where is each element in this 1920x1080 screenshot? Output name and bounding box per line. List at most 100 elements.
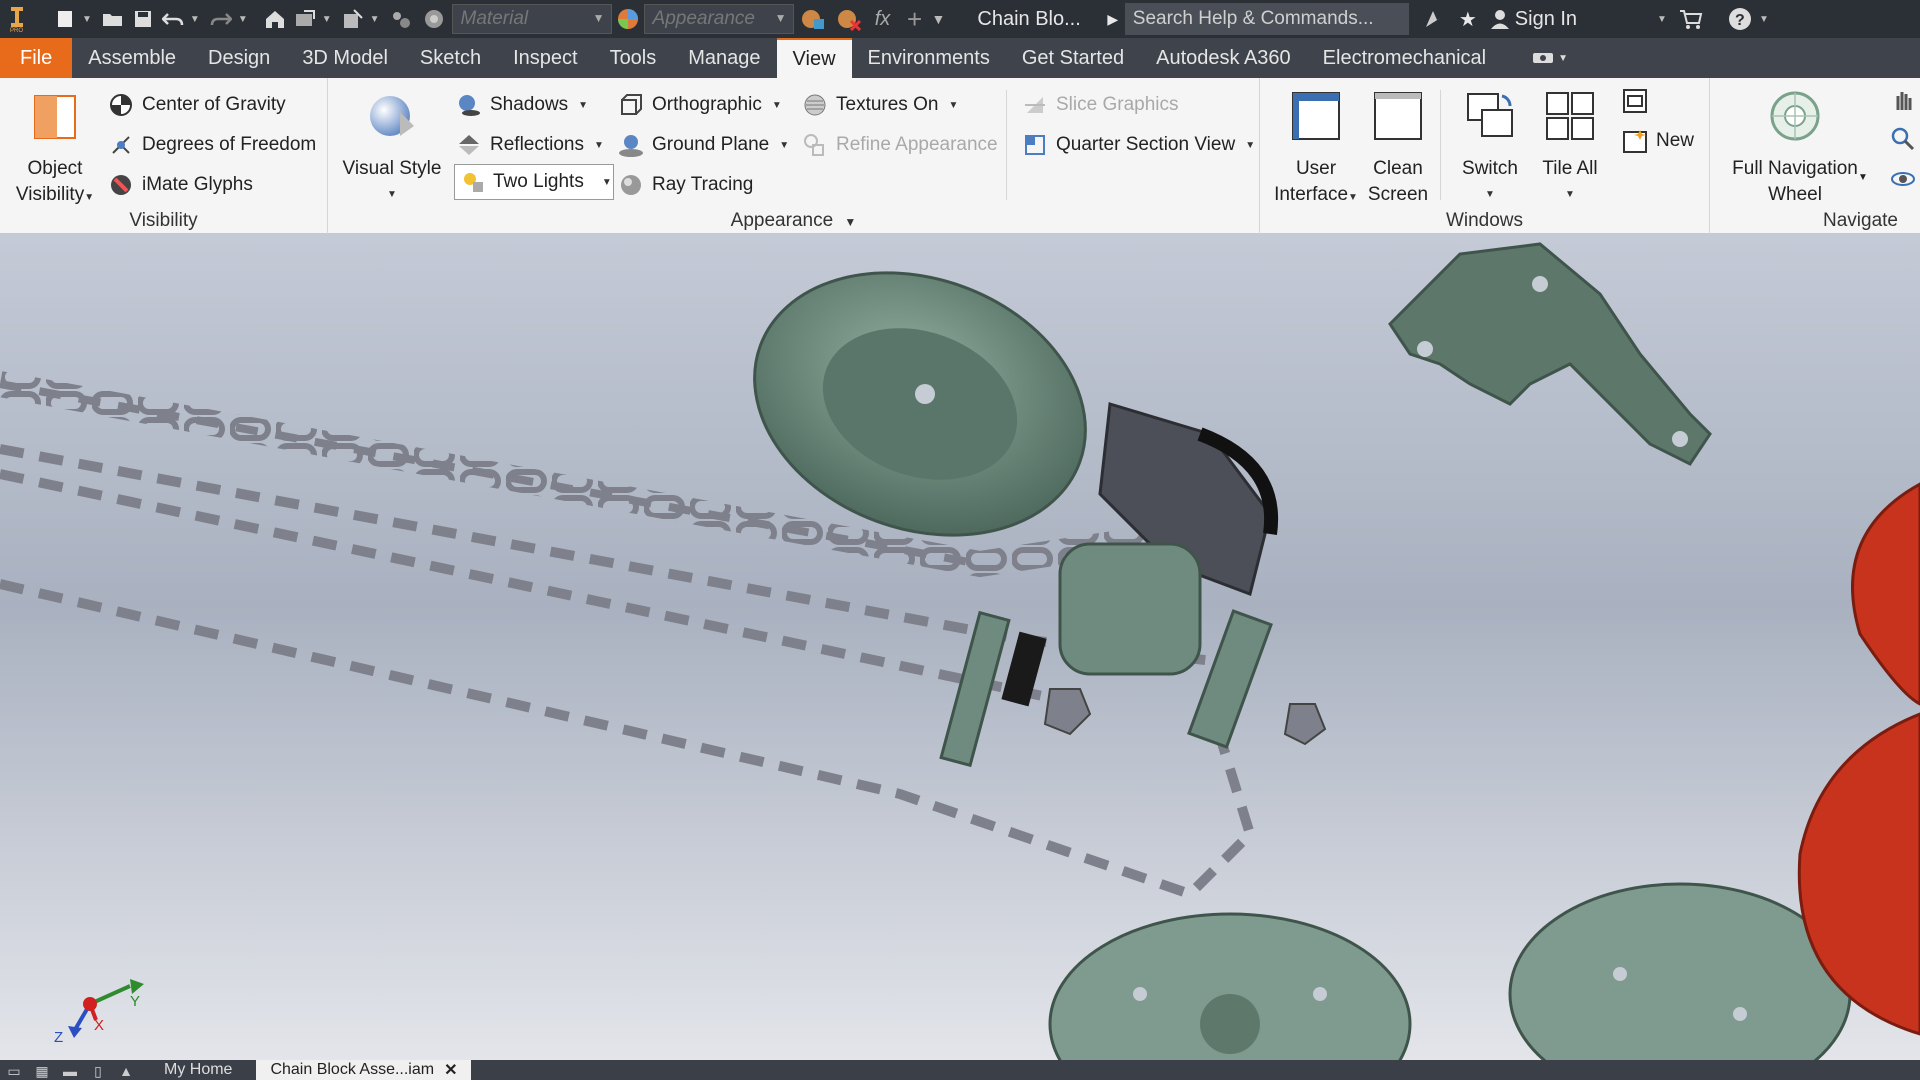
orbit-icon bbox=[1890, 166, 1916, 192]
horizontal-split-icon[interactable]: ▬ bbox=[56, 1062, 84, 1080]
tab-design[interactable]: Design bbox=[192, 38, 286, 78]
single-view-icon[interactable]: ▭ bbox=[0, 1062, 28, 1080]
undo-dropdown-icon[interactable]: ▼ bbox=[190, 14, 200, 25]
clean-screen-button[interactable]: Clean Screen bbox=[1360, 90, 1436, 208]
zoom-button[interactable] bbox=[1890, 126, 1920, 152]
tile-all-button[interactable]: Tile All ▼ bbox=[1532, 90, 1608, 208]
undo-icon[interactable] bbox=[158, 0, 188, 38]
vertical-split-icon[interactable]: ▯ bbox=[84, 1062, 112, 1080]
clear-appearance-icon[interactable] bbox=[832, 0, 866, 38]
slice-graphics-button[interactable]: Slice Graphics bbox=[1022, 92, 1179, 118]
grid-view-icon[interactable]: ▦ bbox=[28, 1062, 56, 1080]
pan-button[interactable] bbox=[1890, 86, 1920, 112]
tab-electromechanical[interactable]: Electromechanical bbox=[1307, 38, 1502, 78]
panel-divider bbox=[1440, 90, 1441, 200]
ground-plane-button[interactable]: Ground Plane ▼ bbox=[618, 132, 789, 158]
full-navigation-wheel-button[interactable]: Full Navigation Wheel bbox=[1720, 90, 1870, 208]
update-icon[interactable] bbox=[290, 0, 320, 38]
help-dropdown-icon[interactable]: ▼ bbox=[1759, 14, 1769, 25]
update-dropdown-icon[interactable]: ▼ bbox=[322, 14, 332, 25]
ribbon-display-options-icon[interactable]: ▼ bbox=[1532, 38, 1568, 78]
help-icon[interactable]: ? bbox=[1723, 0, 1757, 38]
refine-appearance-button[interactable]: Refine Appearance bbox=[802, 132, 998, 158]
cart-icon[interactable] bbox=[1673, 0, 1709, 38]
ribbon: Object Visibility▼ Center of Gravity Deg… bbox=[0, 78, 1920, 234]
close-tab-icon[interactable]: ✕ bbox=[444, 1060, 457, 1080]
tab-inspect[interactable]: Inspect bbox=[497, 38, 593, 78]
center-of-gravity-button[interactable]: Center of Gravity bbox=[108, 92, 286, 118]
tab-autodesk-a360[interactable]: Autodesk A360 bbox=[1140, 38, 1307, 78]
select-icon[interactable] bbox=[338, 0, 368, 38]
new-icon[interactable] bbox=[50, 0, 80, 38]
sign-in-dropdown-icon[interactable]: ▼ bbox=[1657, 14, 1667, 25]
new-window-button[interactable]: New bbox=[1622, 128, 1694, 154]
save-icon[interactable] bbox=[128, 0, 158, 38]
tab-3d-model[interactable]: 3D Model bbox=[286, 38, 404, 78]
component-icon[interactable] bbox=[386, 0, 416, 38]
tab-my-home[interactable]: My Home bbox=[150, 1060, 246, 1080]
flange-right[interactable] bbox=[1508, 882, 1852, 1060]
quarter-section-view-button[interactable]: Quarter Section View ▼ bbox=[1022, 132, 1255, 158]
redo-icon[interactable] bbox=[206, 0, 236, 38]
lighting-select[interactable]: Two Lights ▼ bbox=[454, 164, 614, 200]
tab-menu-icon[interactable]: ▲ bbox=[112, 1062, 140, 1080]
bracket-part[interactable] bbox=[1388, 242, 1712, 466]
windows-panel: User Interface▼ Clean Screen Switch ▼ Ti… bbox=[1260, 78, 1710, 234]
object-visibility-button[interactable]: Object Visibility▼ bbox=[10, 92, 100, 211]
axis-x-label: X bbox=[94, 1017, 104, 1034]
select-dropdown-icon[interactable]: ▼ bbox=[370, 14, 380, 25]
ray-tracing-button[interactable]: Ray Tracing bbox=[618, 172, 753, 198]
sign-in-link[interactable]: Sign In bbox=[1515, 8, 1577, 31]
flange-left[interactable] bbox=[1048, 912, 1412, 1060]
star-icon[interactable]: ★ bbox=[1451, 0, 1485, 38]
parameters-icon[interactable]: fx bbox=[866, 0, 900, 38]
tab-manage[interactable]: Manage bbox=[672, 38, 776, 78]
lighting-icon bbox=[461, 169, 485, 195]
hook-part[interactable] bbox=[1797, 482, 1920, 1036]
redo-dropdown-icon[interactable]: ▼ bbox=[238, 14, 248, 25]
tab-file[interactable]: File bbox=[0, 38, 73, 78]
clean-screen-icon bbox=[1374, 92, 1422, 140]
switch-button[interactable]: Switch ▼ bbox=[1450, 90, 1530, 208]
user-interface-icon bbox=[1292, 92, 1340, 140]
orthographic-button[interactable]: Orthographic ▼ bbox=[618, 92, 782, 118]
open-icon[interactable] bbox=[98, 0, 128, 38]
visual-style-button[interactable]: Visual Style ▼ bbox=[342, 92, 442, 208]
plus-icon[interactable]: + bbox=[900, 0, 930, 38]
customize-dropdown-icon[interactable]: ▼ bbox=[932, 11, 946, 27]
tab-sketch[interactable]: Sketch bbox=[404, 38, 497, 78]
appearance-ball-icon[interactable] bbox=[612, 0, 644, 38]
textures-on-button[interactable]: Textures On ▼ bbox=[802, 92, 958, 118]
ground-plane-dropdown-icon: ▼ bbox=[779, 139, 790, 151]
tab-view[interactable]: View bbox=[776, 38, 852, 78]
arrange-button[interactable] bbox=[1622, 88, 1656, 114]
degrees-of-freedom-button[interactable]: Degrees of Freedom bbox=[108, 132, 316, 158]
search-input[interactable]: Search Help & Commands... bbox=[1124, 3, 1409, 35]
app-logo-icon[interactable]: PRO bbox=[0, 0, 34, 38]
new-dropdown-icon[interactable]: ▼ bbox=[82, 14, 92, 25]
user-icon[interactable] bbox=[1485, 0, 1515, 38]
home-icon[interactable] bbox=[260, 0, 290, 38]
title-expand-icon[interactable]: ▶ bbox=[1101, 0, 1125, 38]
adjust-appearance-icon[interactable] bbox=[794, 0, 832, 38]
communication-icon[interactable] bbox=[1417, 0, 1451, 38]
material-select[interactable]: Material ▼ bbox=[451, 4, 612, 34]
tab-tools[interactable]: Tools bbox=[594, 38, 673, 78]
graphics-viewport[interactable]: Y X Z bbox=[0, 234, 1920, 1060]
tab-chain-block-assembly[interactable]: Chain Block Asse...iam ✕ bbox=[256, 1060, 472, 1080]
orbit-button[interactable] bbox=[1890, 166, 1920, 192]
user-interface-button[interactable]: User Interface▼ bbox=[1274, 90, 1358, 211]
ground-plane-icon bbox=[618, 132, 644, 158]
appearance-panel-title[interactable]: Appearance ▼ bbox=[328, 210, 1259, 232]
appearance-select[interactable]: Appearance ▼ bbox=[643, 4, 794, 34]
tab-get-started[interactable]: Get Started bbox=[1006, 38, 1140, 78]
visual-style-dropdown-icon: ▼ bbox=[387, 189, 397, 200]
reflections-button[interactable]: Reflections ▼ bbox=[456, 132, 604, 158]
tab-environments[interactable]: Environments bbox=[852, 38, 1006, 78]
shadows-button[interactable]: Shadows ▼ bbox=[456, 92, 588, 118]
tab-assemble[interactable]: Assemble bbox=[72, 38, 192, 78]
color-wheel-icon[interactable] bbox=[416, 0, 452, 38]
object-visibility-icon bbox=[34, 95, 76, 139]
imate-glyphs-button[interactable]: iMate Glyphs bbox=[108, 172, 253, 198]
navigation-wheel-dropdown-icon[interactable]: ▼ bbox=[1858, 172, 1868, 183]
